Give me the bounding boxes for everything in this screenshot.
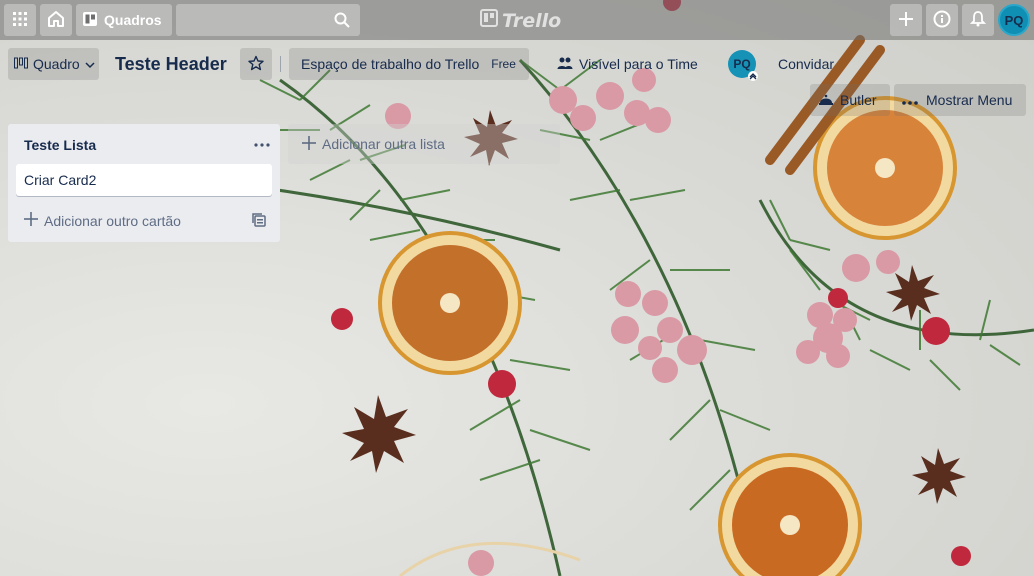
trello-logo-text: Trello [502,9,562,32]
card[interactable]: Criar Card2 [16,164,272,196]
admin-chevron-icon [748,70,758,81]
notifications-button[interactable] [962,4,994,36]
home-icon [47,10,65,31]
chevron-down-icon [85,56,95,72]
boards-button[interactable]: Quadros [76,4,172,36]
plus-icon [24,212,38,229]
bell-icon [969,10,987,30]
visibility-label: Visível para o Time [579,56,698,72]
more-dots-icon [254,134,270,151]
star-board-button[interactable] [240,48,272,80]
workspace-label: Espaço de trabalho do Trello [301,56,480,72]
info-button[interactable] [926,4,958,36]
board-view-switcher[interactable]: Quadro [8,48,99,80]
board-header: Quadro Teste Header Espaço de trabalho d… [0,40,1034,120]
member-avatar[interactable]: PQ [728,50,758,81]
workspace-plan-badge: Free [491,57,516,71]
add-card-button[interactable]: Adicionar outro cartão [24,212,181,229]
team-icon [557,56,573,73]
star-icon [248,55,264,74]
more-dots-icon [902,92,918,108]
grid-icon [12,11,28,30]
search-icon [334,12,350,33]
visibility-button[interactable]: Visível para o Time [545,48,711,80]
add-list-label: Adicionar outra lista [322,136,445,152]
create-from-template-button[interactable] [252,213,266,232]
invite-label: Convidar [778,56,835,72]
list-teste-lista: Teste Lista Criar Card2 Adicionar outro … [8,124,280,242]
board-title[interactable]: Teste Header [115,54,227,75]
board-view-label: Quadro [33,56,80,72]
card-title: Criar Card2 [24,172,97,188]
board-view-icon [14,56,28,72]
show-menu-button[interactable]: Mostrar Menu [894,84,1026,116]
trello-logo[interactable]: Trello [480,9,561,32]
template-icon [252,213,266,231]
add-list-button[interactable]: Adicionar outra lista [288,124,560,164]
home-button[interactable] [40,4,72,36]
show-menu-label: Mostrar Menu [926,92,1013,108]
create-button[interactable] [890,4,922,36]
search-input[interactable] [175,4,360,36]
plus-icon [898,11,914,30]
info-icon [933,10,951,31]
invite-button[interactable]: Convidar [764,48,864,80]
list-menu-button[interactable] [254,134,270,152]
workspace-button[interactable]: Espaço de trabalho do Trello Free [289,48,529,80]
apps-menu-button[interactable] [4,4,36,36]
list-title[interactable]: Teste Lista [24,137,96,153]
butler-label: Butler [840,92,877,108]
top-nav-bar: Quadros Trello PQ [0,0,1034,40]
boards-label: Quadros [104,12,162,28]
trello-logo-icon [480,9,498,32]
header-divider [280,56,281,72]
board-members: PQ [728,50,758,81]
butler-icon [818,92,834,109]
butler-button[interactable]: Butler [810,84,890,116]
user-avatar[interactable]: PQ [998,4,1030,36]
top-nav-actions: PQ [886,4,1030,36]
board-icon [82,11,98,30]
plus-icon [302,135,316,153]
member-avatar-initials: PQ [733,57,751,71]
add-card-label: Adicionar outro cartão [44,212,181,229]
user-avatar-initials: PQ [1004,12,1024,28]
